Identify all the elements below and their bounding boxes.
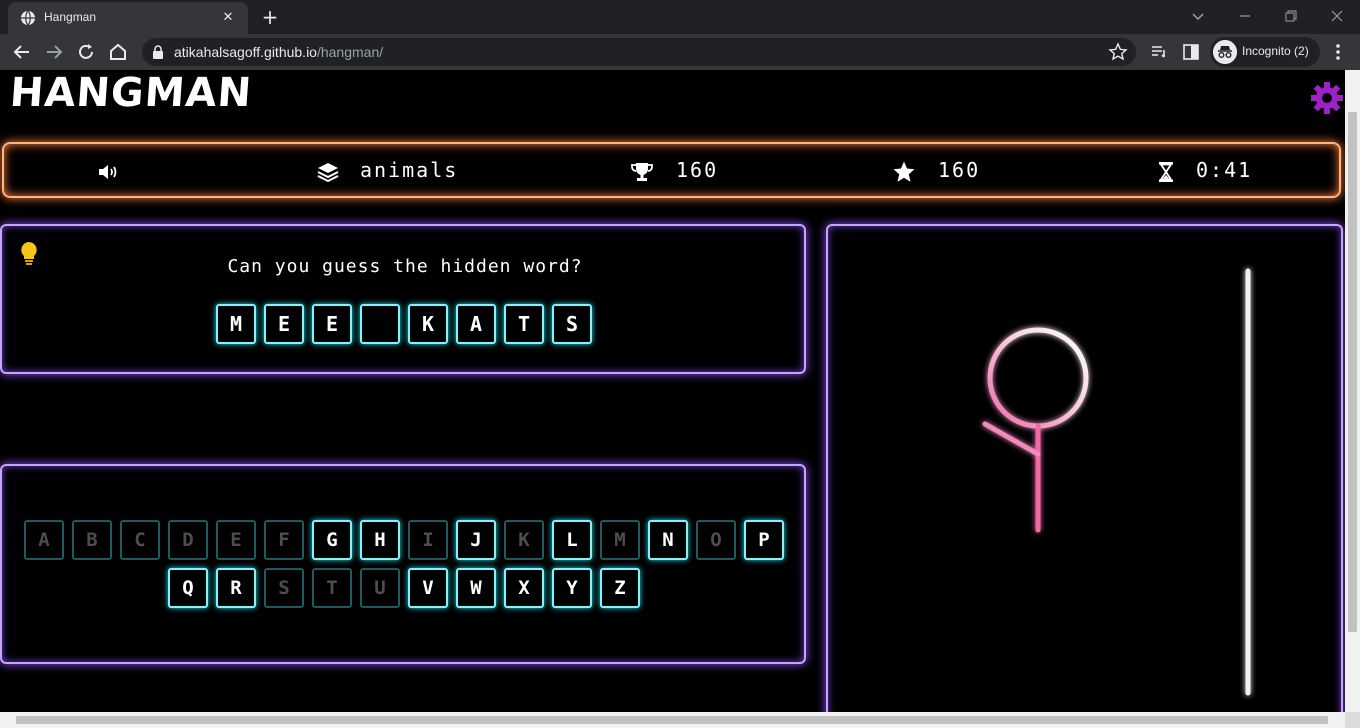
lock-icon [153, 45, 163, 59]
trophy-icon [631, 163, 653, 181]
tab-title: Hangman [44, 10, 97, 24]
side-panel-icon[interactable] [1181, 42, 1201, 62]
forward-arrow-icon[interactable] [42, 40, 66, 64]
letter-slot [360, 304, 400, 344]
prompt-text: Can you guess the hidden word? [227, 256, 583, 277]
hangman-drawing [905, 268, 1251, 696]
key-x[interactable]: X [504, 568, 544, 608]
address-bar[interactable]: atikahalsagoff.github.io/hangman/ [142, 38, 1136, 66]
horizontal-scroll-thumb[interactable] [16, 716, 1328, 724]
horizontal-scrollbar[interactable] [0, 712, 1345, 728]
high-score-value: 160 [676, 158, 719, 182]
speaker-icon[interactable] [96, 160, 120, 184]
home-icon[interactable] [106, 40, 130, 64]
key-n[interactable]: N [648, 520, 688, 560]
key-g[interactable]: G [312, 520, 352, 560]
bookmark-star-icon[interactable] [1108, 42, 1128, 62]
score-value: 160 [938, 158, 981, 182]
reading-list-icon[interactable] [1149, 42, 1169, 62]
key-c[interactable]: C [120, 520, 160, 560]
star-icon [893, 161, 915, 182]
key-m[interactable]: M [600, 520, 640, 560]
key-j[interactable]: J [456, 520, 496, 560]
key-z[interactable]: Z [600, 568, 640, 608]
letter-slot: T [504, 304, 544, 344]
key-q[interactable]: Q [168, 568, 208, 608]
incognito-profile-button[interactable]: Incognito (2) [1210, 37, 1320, 67]
letter-slot: K [408, 304, 448, 344]
letter-slot: S [552, 304, 592, 344]
browser-toolbar: atikahalsagoff.github.io/hangman/ Incogn… [0, 34, 1360, 70]
key-e[interactable]: E [216, 520, 256, 560]
hangman-left-arm [982, 421, 1041, 457]
status-bar: animals 160 160 0:41 [2, 142, 1341, 198]
key-k[interactable]: K [504, 520, 544, 560]
vertical-scroll-thumb[interactable] [1348, 112, 1357, 632]
globe-icon [21, 10, 35, 26]
category-label: animals [360, 158, 459, 182]
key-l[interactable]: L [552, 520, 592, 560]
key-y[interactable]: Y [552, 568, 592, 608]
game-title: HANGMAN [8, 70, 254, 116]
key-s[interactable]: S [264, 568, 304, 608]
incognito-label: Incognito (2) [1242, 44, 1309, 58]
key-f[interactable]: F [264, 520, 304, 560]
url-text: atikahalsagoff.github.io/hangman/ [174, 44, 384, 60]
key-b[interactable]: B [72, 520, 112, 560]
minimize-icon[interactable] [1233, 4, 1257, 28]
key-w[interactable]: W [456, 568, 496, 608]
hangman-head [987, 327, 1089, 429]
key-a[interactable]: A [24, 520, 64, 560]
key-p[interactable]: P [744, 520, 784, 560]
key-u[interactable]: U [360, 568, 400, 608]
more-menu-icon[interactable] [1330, 42, 1346, 62]
letter-slot: E [264, 304, 304, 344]
close-window-icon[interactable] [1325, 4, 1349, 28]
word-panel: Can you guess the hidden word? M E E K A… [0, 224, 806, 374]
letter-slot: A [456, 304, 496, 344]
key-r[interactable]: R [216, 568, 256, 608]
restore-icon[interactable] [1279, 4, 1303, 28]
key-i[interactable]: I [408, 520, 448, 560]
new-tab-button[interactable]: + [258, 5, 282, 29]
key-v[interactable]: V [408, 568, 448, 608]
keyboard-panel: ABCDEFGHIJKLMNOP QRSTUVWXYZ [0, 464, 806, 664]
incognito-icon [1213, 40, 1237, 64]
tab-search-icon[interactable] [1186, 4, 1210, 28]
close-tab-icon[interactable]: ✕ [218, 8, 238, 28]
key-d[interactable]: D [168, 520, 208, 560]
layers-icon [317, 163, 339, 183]
vertical-scrollbar[interactable] [1345, 70, 1360, 712]
back-arrow-icon[interactable] [10, 40, 34, 64]
key-t[interactable]: T [312, 568, 352, 608]
scrollbar-corner [1345, 712, 1360, 728]
browser-tab[interactable]: Hangman ✕ [8, 2, 248, 34]
letter-slot: E [312, 304, 352, 344]
hangman-drawing-panel [826, 224, 1343, 712]
key-o[interactable]: O [696, 520, 736, 560]
letter-slot: M [216, 304, 256, 344]
reload-icon[interactable] [74, 40, 98, 64]
hourglass-icon [1159, 162, 1173, 182]
gear-icon[interactable] [1308, 79, 1345, 117]
key-h[interactable]: H [360, 520, 400, 560]
page-viewport: HANGMAN animals 160 160 0:41 Can you gue… [0, 70, 1345, 712]
browser-titlebar: Hangman ✕ + [0, 0, 1360, 34]
timer-value: 0:41 [1196, 158, 1253, 182]
